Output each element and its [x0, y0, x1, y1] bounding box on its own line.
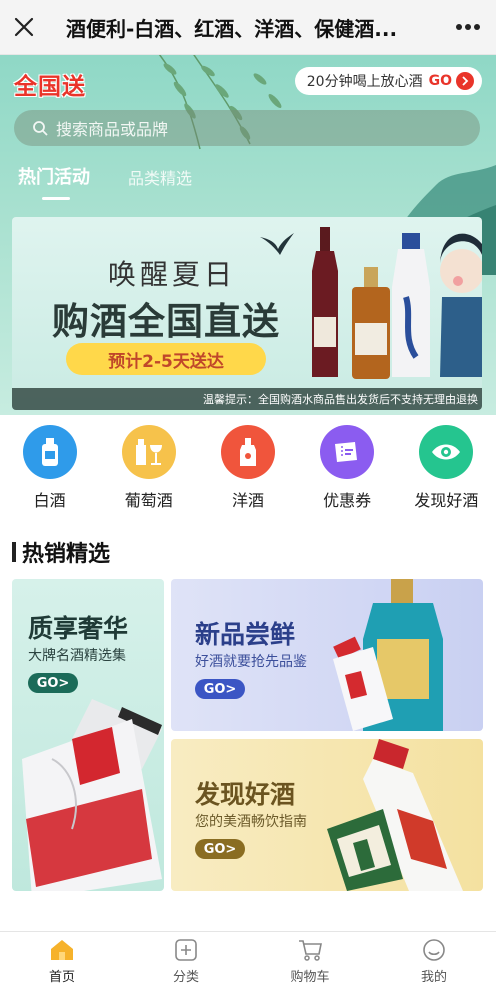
promo-pill[interactable]: 20分钟喝上放心酒 GO	[294, 67, 482, 95]
hero-section: 全国送 20分钟喝上放心酒 GO 搜索商品或品牌 热门活动 品类精选 唤醒夏日 …	[0, 55, 496, 415]
tab-category-picks[interactable]: 品类精选	[128, 165, 192, 189]
section-title: 热销精选	[12, 536, 110, 568]
nav-label: 首页	[48, 970, 75, 985]
eye-icon	[419, 425, 474, 479]
nav-label: 我的	[420, 970, 447, 985]
delivery-badge: 预计2-5天送达	[66, 343, 266, 375]
go-button[interactable]: GO>	[195, 679, 245, 699]
section-title-text: 热销精选	[22, 542, 111, 567]
search-placeholder: 搜索商品或品牌	[56, 120, 169, 139]
nav-label: 购物车	[290, 970, 330, 985]
search-icon	[32, 120, 48, 136]
banner-headline: 唤醒夏日	[108, 258, 237, 291]
card-title: 质享奢华	[28, 614, 129, 643]
wine-glass-icon	[121, 425, 176, 479]
brand-logo: 全国送	[14, 74, 86, 100]
nav-cart[interactable]: 购物车	[248, 932, 372, 993]
liquor-bottles-illustration	[312, 227, 482, 379]
nav-home[interactable]: 首页	[0, 932, 124, 993]
category-plus-icon	[175, 939, 197, 961]
go-button[interactable]: GO>	[195, 839, 245, 859]
bottom-nav: 首页 分类 购物车 我的	[0, 931, 496, 993]
close-icon	[14, 17, 34, 37]
category-label: 洋酒	[231, 491, 264, 510]
card-discover-good-liquor[interactable]: 发现好酒 您的美酒畅饮指南 GO>	[171, 739, 483, 891]
category-row: 白酒 葡萄酒 洋酒 优惠券 发现好酒	[0, 425, 496, 517]
page-title: 酒便利-白酒、红酒、洋酒、保健酒...	[66, 16, 398, 41]
card-title: 发现好酒	[195, 780, 296, 809]
card-title: 新品尝鲜	[195, 620, 296, 649]
category-wine[interactable]: 葡萄酒	[101, 425, 197, 517]
coupon-icon	[320, 425, 375, 479]
category-coupon[interactable]: 优惠券	[299, 425, 395, 517]
new-arrival-bottles-illustration	[333, 579, 443, 731]
card-subtitle: 大牌名酒精选集	[28, 648, 126, 664]
go-button[interactable]: GO>	[28, 673, 78, 693]
nav-label: 分类	[172, 970, 199, 985]
title-bar: 酒便利-白酒、红酒、洋酒、保健酒...	[0, 0, 496, 55]
card-new-arrivals[interactable]: 新品尝鲜 好酒就要抢先品鉴 GO>	[171, 579, 483, 731]
close-button[interactable]	[0, 0, 48, 54]
more-button[interactable]	[440, 0, 496, 54]
smiley-profile-icon	[423, 939, 445, 961]
promo-text: 20分钟喝上放心酒	[306, 74, 423, 90]
promo-go-label: GO	[428, 73, 452, 89]
notice-bar: 温馨提示：全国购酒水商品售出发货后不支持无理由退换	[12, 388, 482, 410]
card-subtitle: 好酒就要抢先品鉴	[195, 654, 307, 670]
chevron-right-icon	[456, 72, 474, 90]
card-luxury[interactable]: 质享奢华 大牌名酒精选集 GO>	[12, 579, 164, 891]
baijiu-bottle-icon	[22, 425, 77, 479]
cart-icon	[299, 940, 322, 961]
promo-banner[interactable]: 唤醒夏日 购酒全国直送 预计2-5天送达 温馨提示：全国购酒水商品售出发货后不支…	[12, 217, 482, 410]
category-baijiu[interactable]: 白酒	[2, 425, 98, 517]
category-label: 优惠券	[323, 491, 372, 510]
card-subtitle: 您的美酒畅饮指南	[195, 814, 307, 830]
section-marker	[12, 542, 16, 562]
category-label: 发现好酒	[414, 491, 479, 510]
search-input[interactable]: 搜索商品或品牌	[14, 110, 480, 146]
nav-category[interactable]: 分类	[124, 932, 248, 993]
more-icon	[456, 24, 480, 30]
nav-profile[interactable]: 我的	[372, 932, 496, 993]
category-discover[interactable]: 发现好酒	[398, 425, 494, 517]
home-icon	[51, 940, 73, 960]
liquor-bottle-icon	[220, 425, 275, 479]
banner-subheadline: 购酒全国直送	[52, 300, 280, 343]
hero-tabs: 热门活动 品类精选	[18, 163, 230, 200]
swallow-icon	[260, 233, 294, 255]
wuliangye-bottle-illustration	[22, 699, 162, 891]
tab-hot-activities[interactable]: 热门活动	[18, 163, 90, 200]
category-label: 白酒	[33, 491, 66, 510]
category-label: 葡萄酒	[124, 491, 173, 510]
category-foreign-liquor[interactable]: 洋酒	[200, 425, 296, 517]
discover-bottles-illustration	[327, 739, 463, 891]
